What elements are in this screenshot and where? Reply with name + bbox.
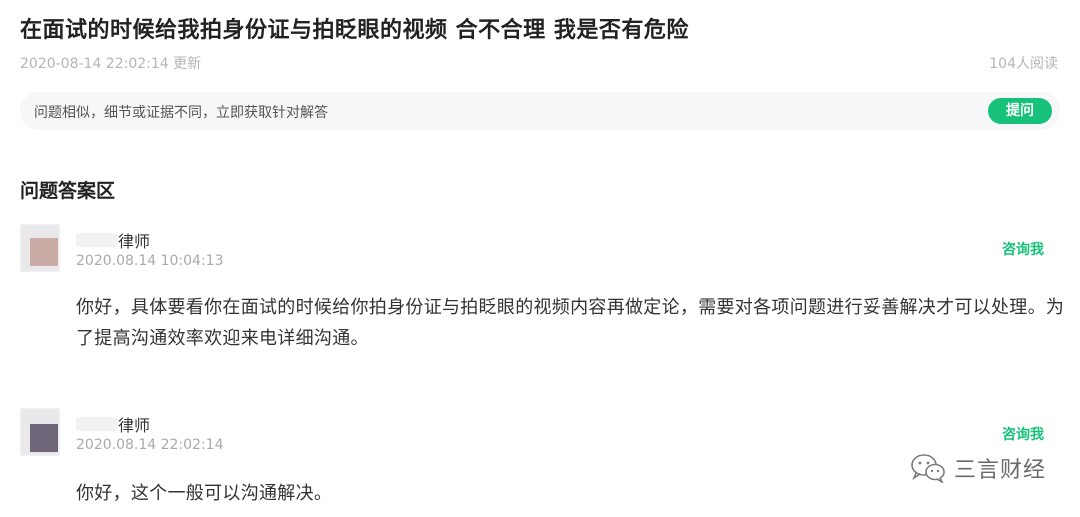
answer-time: 2020.08.14 10:04:13 [76, 253, 224, 269]
avatar[interactable] [20, 408, 60, 456]
answer-content: 你好，具体要看你在面试的时候给你拍身份证与拍眨眼的视频内容再做定论，需要对各项问… [76, 297, 1065, 349]
avatar-image [30, 238, 58, 266]
author-name: 律师 [118, 416, 151, 435]
avatar[interactable] [20, 224, 60, 272]
author-name: 律师 [118, 232, 151, 251]
ask-bar[interactable]: 问题相似，细节或证据不同，立即获取针对解答 提问 [20, 92, 1060, 130]
section-title: 问题答案区 [20, 180, 116, 202]
ask-prompt: 问题相似，细节或证据不同，立即获取针对解答 [34, 105, 328, 121]
avatar-image [30, 424, 58, 452]
watermark-text: 三言财经 [953, 458, 1046, 483]
watermark: 三言财经 [910, 450, 1046, 486]
update-time: 2020-08-14 22:02:14 更新 [20, 56, 202, 72]
ask-button[interactable]: 提问 [988, 98, 1052, 124]
question-title: 在面试的时候给我拍身份证与拍眨眼的视频 合不合理 我是否有危险 [20, 18, 689, 43]
author-name-mask [76, 233, 118, 247]
consult-button[interactable]: 咨询我 [1002, 239, 1044, 259]
read-count: 104人阅读 [989, 56, 1058, 72]
author-name-mask [76, 417, 118, 431]
wechat-icon [911, 454, 945, 483]
answer-time: 2020.08.14 22:02:14 [76, 437, 224, 453]
consult-button[interactable]: 咨询我 [1002, 424, 1044, 444]
